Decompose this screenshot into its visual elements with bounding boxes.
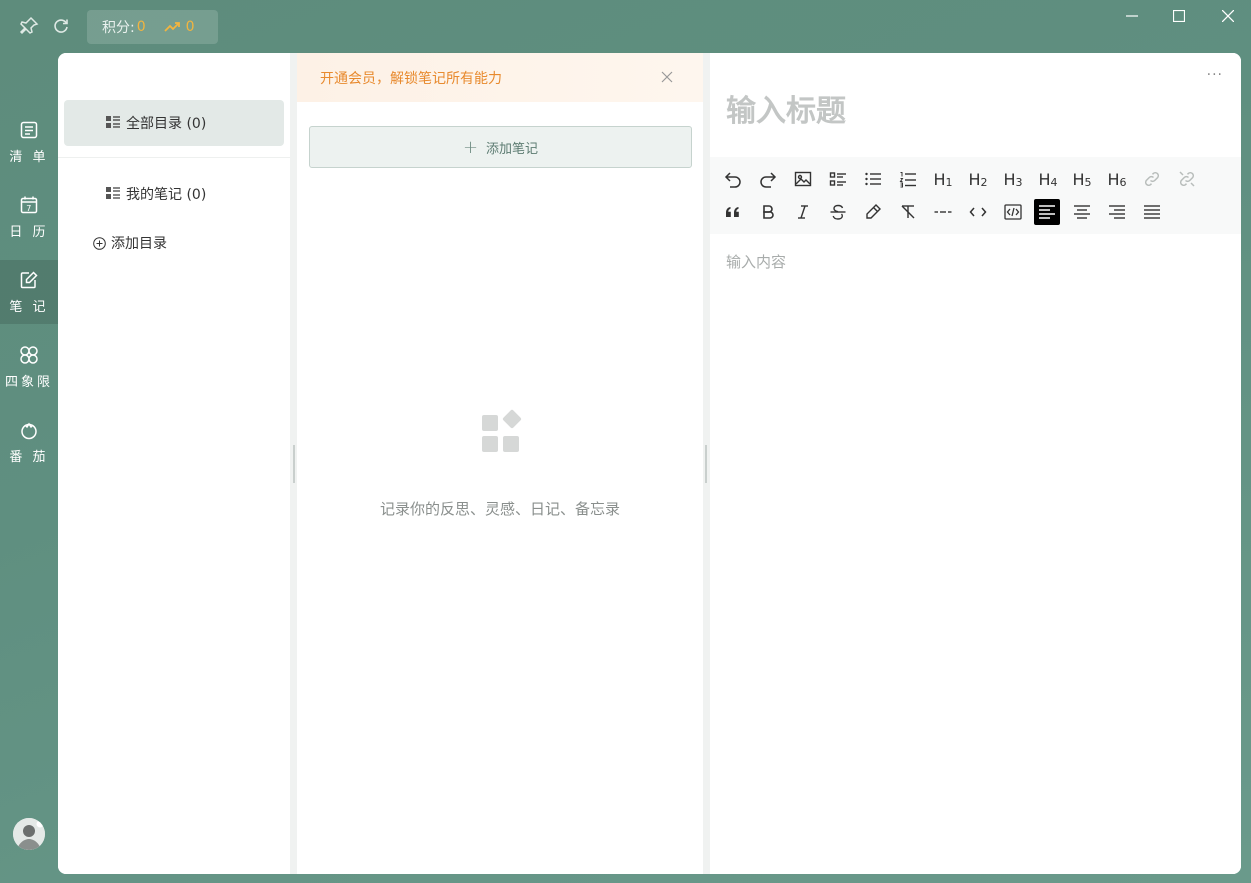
italic-icon[interactable] [790,199,816,225]
nav-item-list[interactable]: 清 单 [0,110,58,174]
quadrant-icon [18,344,40,366]
nav-label: 四象限 [4,375,53,390]
empty-state-icon [482,409,522,452]
heading-5-button[interactable]: H5 [1069,166,1095,192]
close-window-button[interactable] [1216,4,1240,28]
nav-label: 笔 记 [9,300,49,315]
align-center-icon[interactable] [1069,199,1095,225]
align-left-icon[interactable] [1034,199,1060,225]
nav-label: 番 茄 [9,450,49,465]
list-icon [18,119,40,141]
user-avatar[interactable] [13,818,45,850]
catalog-icon [106,187,120,199]
calendar-icon: 7 [18,194,40,216]
banner-text: 开通会员，解锁笔记所有能力 [320,70,502,87]
score-value: 0 [136,19,146,35]
horizontal-rule-icon[interactable] [930,199,956,225]
align-right-icon[interactable] [1104,199,1130,225]
catalog-item-label: 全部目录 (0) [126,116,207,132]
add-note-button[interactable]: + 添加笔记 [309,126,692,168]
minimize-button[interactable] [1120,4,1144,28]
score-pill[interactable]: 积分: 0 0 [87,10,218,44]
trend-indicator: 0 [164,19,195,35]
nav-label: 日 历 [9,225,49,240]
task-list-icon[interactable] [825,166,851,192]
pin-icon[interactable] [17,14,41,38]
editor-toolbar: H1 H2 H3 H4 H5 H6 [710,157,1241,234]
bold-icon[interactable] [755,199,781,225]
add-catalog-button[interactable]: 添加目录 [93,233,167,253]
avatar-icon [13,818,45,850]
editor-panel: ··· H1 H2 H3 H4 [710,53,1241,874]
trend-value: 0 [185,19,195,35]
main-card: 全部目录 (0) 我的笔记 (0) 添加目录 开通会员，解锁笔记所有能力 + 添… [58,53,1241,874]
nav-label: 清 单 [9,150,49,165]
undo-icon[interactable] [720,166,746,192]
drag-grip[interactable] [293,445,295,483]
heading-3-button[interactable]: H3 [1000,166,1026,192]
membership-banner[interactable]: 开通会员，解锁笔记所有能力 [297,53,703,102]
plus-circle-icon [93,236,106,250]
nav-item-quadrant[interactable]: 四象限 [0,335,58,399]
catalog-item-mine[interactable]: 我的笔记 (0) [64,171,284,217]
code-block-icon[interactable] [1000,199,1026,225]
content-input[interactable] [726,251,1226,851]
catalog-panel: 全部目录 (0) 我的笔记 (0) 添加目录 [58,53,290,874]
drag-grip[interactable] [705,445,707,483]
refresh-icon[interactable] [49,14,73,38]
catalog-item-label: 我的笔记 (0) [126,187,207,203]
quote-icon[interactable] [720,199,746,225]
resize-handle-left[interactable] [290,53,297,874]
calendar-day: 7 [26,204,34,213]
nav-item-calendar[interactable]: 7 日 历 [0,185,58,249]
catalog-icon [106,116,120,128]
notes-panel: 开通会员，解锁笔记所有能力 + 添加笔记 记录你的反思、灵感、日记、备忘录 [297,53,703,874]
resize-handle-right[interactable] [703,53,710,874]
heading-4-button[interactable]: H4 [1035,166,1061,192]
ordered-list-icon[interactable] [895,166,921,192]
empty-state-text: 记录你的反思、灵感、日记、备忘录 [379,500,620,518]
bullet-list-icon[interactable] [860,166,886,192]
inline-code-icon[interactable] [965,199,991,225]
redo-icon[interactable] [755,166,781,192]
title-bar: 积分: 0 0 [0,0,1251,52]
heading-1-button[interactable]: H1 [930,166,956,192]
left-nav: 清 单 7 日 历 笔 记 四象限 番 茄 [0,110,58,485]
unlink-icon[interactable] [1174,166,1200,192]
heading-2-button[interactable]: H2 [965,166,991,192]
more-options-button[interactable]: ··· [1207,67,1223,83]
score-label: 积分: [102,20,135,36]
divider [58,157,290,158]
highlight-icon[interactable] [860,199,886,225]
maximize-button[interactable] [1167,4,1191,28]
trend-icon [164,22,180,32]
strikethrough-icon[interactable] [825,199,851,225]
catalog-item-all[interactable]: 全部目录 (0) [64,100,284,146]
clear-format-icon[interactable] [895,199,921,225]
nav-item-tomato[interactable]: 番 茄 [0,410,58,474]
image-icon[interactable] [790,166,816,192]
note-edit-icon [18,269,40,291]
link-icon[interactable] [1139,166,1165,192]
tomato-icon [18,419,40,441]
add-note-label: 添加笔记 [486,141,539,157]
heading-6-button[interactable]: H6 [1104,166,1130,192]
close-icon[interactable] [659,69,675,85]
plus-icon: + [462,136,479,158]
add-catalog-label: 添加目录 [111,236,167,252]
nav-item-notes[interactable]: 笔 记 [0,260,58,324]
align-justify-icon[interactable] [1139,199,1165,225]
title-input[interactable] [726,89,1216,133]
